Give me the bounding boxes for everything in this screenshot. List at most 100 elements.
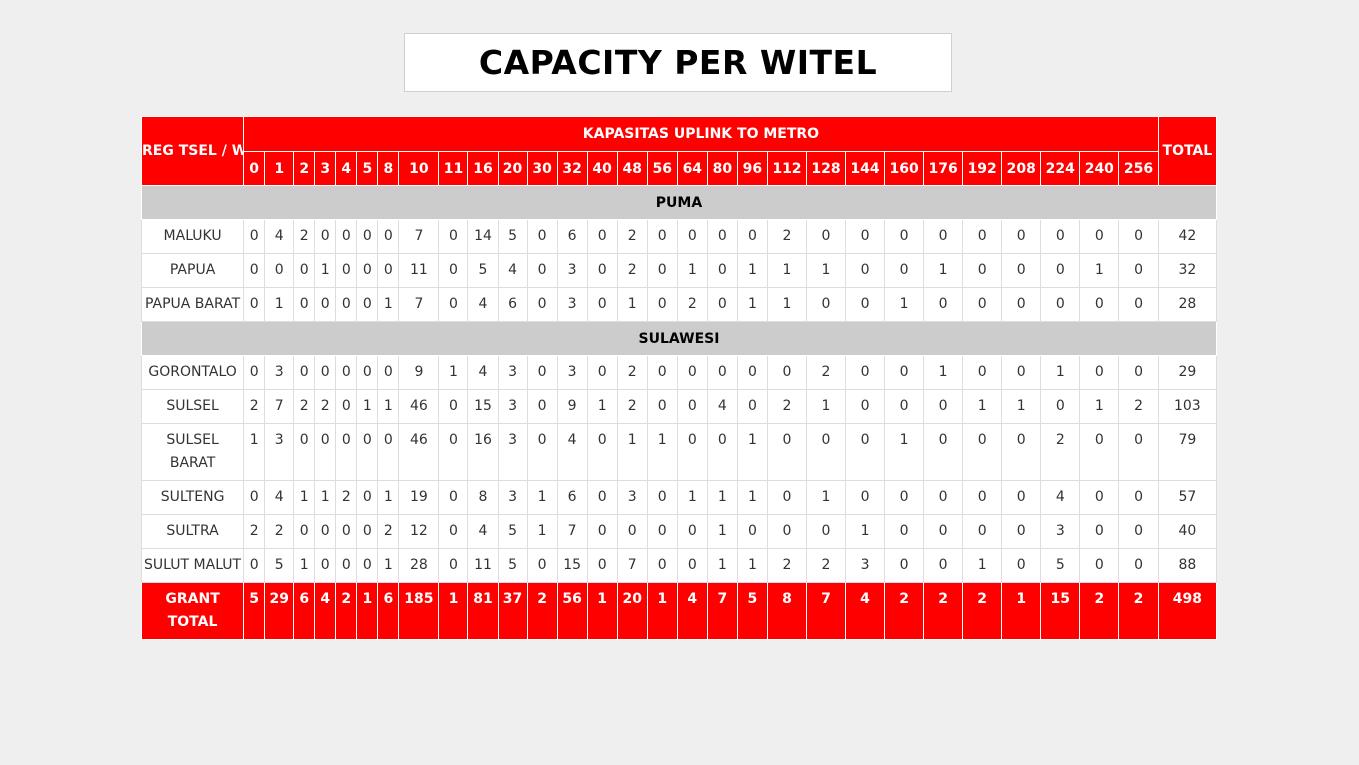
capacity-cell: 0: [845, 287, 886, 322]
capacity-cell: 0: [293, 514, 316, 549]
total-header: TOTAL: [1157, 116, 1218, 186]
capacity-cell: 1: [1001, 389, 1042, 424]
capacity-cell: 0: [243, 219, 266, 254]
capacity-cell: 0: [736, 389, 768, 424]
capacity-cell: 3: [616, 480, 648, 515]
grand-total-cell: 1: [646, 582, 678, 640]
capacity-cell: 0: [884, 514, 925, 549]
grand-total-cell: 2: [1079, 582, 1120, 640]
capacity-cell: 4: [1040, 480, 1081, 515]
capacity-cell: 0: [1040, 287, 1081, 322]
capacity-cell: 0: [526, 389, 558, 424]
capacity-cell: 0: [314, 423, 337, 481]
capacity-cell: 0: [962, 355, 1003, 390]
capacity-cell: 1: [706, 480, 738, 515]
capacity-cell: 4: [467, 287, 499, 322]
capacity-cell: 11: [467, 548, 499, 583]
capacity-cell: 0: [586, 253, 618, 288]
capacity-cell: 2: [766, 548, 807, 583]
capacity-cell: 0: [923, 514, 964, 549]
capacity-cell: 1: [706, 514, 738, 549]
corner-header: REG TSEL / WITEL: [140, 116, 245, 186]
capacity-cell: 0: [293, 253, 316, 288]
capacity-cell: 7: [556, 514, 588, 549]
capacity-cell: 0: [1118, 480, 1159, 515]
capacity-cell: 0: [335, 355, 358, 390]
capacity-cell: 0: [845, 219, 886, 254]
capacity-cell: 1: [314, 480, 337, 515]
capacity-cell: 0: [676, 389, 708, 424]
capacity-cell: 2: [243, 514, 266, 549]
capacity-cell: 0: [736, 355, 768, 390]
capacity-cell: 5: [467, 253, 499, 288]
capacity-cell: 1: [377, 480, 400, 515]
capacity-cell: 0: [646, 253, 678, 288]
capacity-cell: 5: [264, 548, 295, 583]
column-header: 32: [556, 151, 588, 186]
capacity-cell: 4: [706, 389, 738, 424]
grand-total-cell: 1: [438, 582, 469, 640]
capacity-cell: 3: [845, 548, 886, 583]
capacity-cell: 19: [398, 480, 440, 515]
section-row: SULAWESI: [141, 321, 1217, 356]
section-title: PUMA: [141, 185, 1217, 220]
capacity-cell: 0: [1118, 355, 1159, 390]
capacity-cell: 0: [805, 514, 847, 549]
capacity-cell: 0: [314, 287, 337, 322]
capacity-cell: 0: [676, 355, 708, 390]
table-row: SULUT MALUT 0 5 1 0 0 0 1 28 0 11 5 0 15 0 7 0 0 1 1 2 2 3 0 0 1 0…: [140, 548, 1218, 583]
capacity-cell: 0: [884, 480, 925, 515]
capacity-cell: 0: [646, 514, 678, 549]
capacity-cell: 1: [805, 389, 847, 424]
capacity-cell: 0: [884, 253, 925, 288]
capacity-cell: 0: [884, 355, 925, 390]
grand-total-cell: 5: [243, 582, 266, 640]
capacity-cell: 1: [923, 355, 964, 390]
group-header: KAPASITAS UPLINK TO METRO: [243, 116, 1159, 152]
capacity-cell: 1: [1079, 389, 1120, 424]
table-row: SULSEL 2 7 2 2 0 1 1 46 0 15 3 0 9 1 2 0 0 4 0 2 1 0 0 0 1 1 0 1 2 103: [140, 389, 1218, 424]
capacity-cell: 0: [377, 355, 400, 390]
capacity-cell: 3: [497, 389, 528, 424]
capacity-cell: 6: [556, 219, 588, 254]
capacity-cell: 0: [736, 219, 768, 254]
capacity-cell: 0: [1118, 514, 1159, 549]
grand-total-cell: 4: [845, 582, 886, 640]
grand-total-cell: 6: [377, 582, 400, 640]
capacity-cell: 0: [1118, 548, 1159, 583]
capacity-cell: 0: [845, 355, 886, 390]
table-row: PAPUA 0 0 0 1 0 0 0 11 0 5 4 0 3 0 2 0 1 0 1 1 1 0 0 1 0 0 0 1 0 32: [140, 253, 1218, 288]
grand-total-cell: 4: [314, 582, 337, 640]
capacity-cell: 0: [845, 480, 886, 515]
column-header: 10: [398, 151, 440, 186]
capacity-cell: 0: [845, 423, 886, 481]
column-header: 8: [377, 151, 400, 186]
capacity-cell: 1: [616, 287, 648, 322]
grand-total-label: GRANT TOTAL: [140, 582, 245, 640]
capacity-cell: 0: [1079, 355, 1120, 390]
header-row-group: REG TSEL / WITEL KAPASITAS UPLINK TO MET…: [140, 116, 1218, 186]
capacity-cell: 0: [1001, 480, 1042, 515]
capacity-cell: 0: [1001, 253, 1042, 288]
capacity-cell: 0: [676, 423, 708, 481]
capacity-cell: 0: [356, 287, 379, 322]
section-title: SULAWESI: [141, 321, 1217, 356]
capacity-cell: 1: [438, 355, 469, 390]
capacity-cell: 0: [766, 514, 807, 549]
grand-total-cell: 2: [962, 582, 1003, 640]
capacity-cell: 0: [766, 355, 807, 390]
capacity-cell: 0: [676, 219, 708, 254]
capacity-cell: 0: [335, 253, 358, 288]
row-total: 103: [1157, 389, 1218, 424]
capacity-cell: 0: [1118, 219, 1159, 254]
table-row: GORONTALO 0 3 0 0 0 0 0 9 1 4 3 0 3 0 2 0 0 0 0 0 2 0 0 1 0 0 1 0 0 29: [140, 355, 1218, 390]
column-header: 30: [526, 151, 558, 186]
capacity-cell: 0: [706, 287, 738, 322]
capacity-cell: 0: [845, 253, 886, 288]
column-header: 240: [1079, 151, 1120, 186]
capacity-cell: 0: [243, 287, 266, 322]
capacity-cell: 0: [923, 548, 964, 583]
witel-name: SULSEL: [140, 389, 245, 424]
grand-total-value: 498: [1157, 582, 1218, 640]
capacity-table-container: REG TSEL / WITEL KAPASITAS UPLINK TO MET…: [140, 116, 1218, 640]
